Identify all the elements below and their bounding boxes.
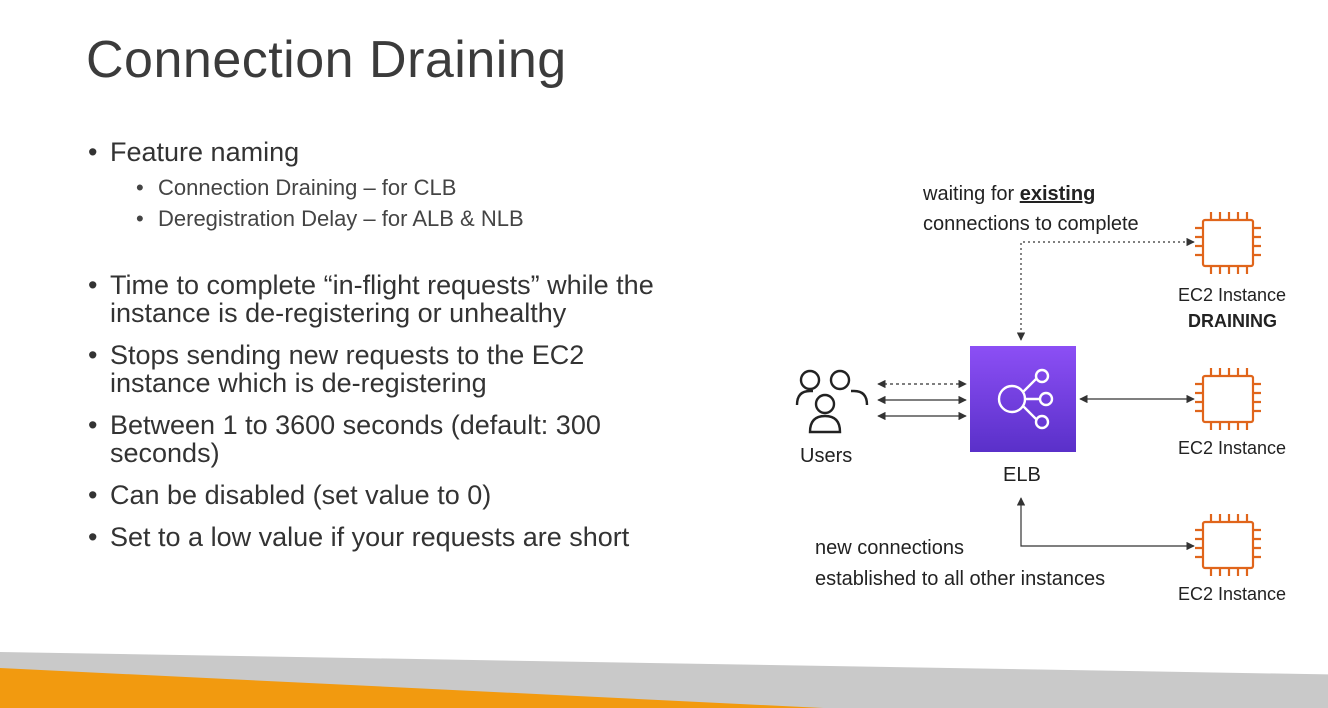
waiting-label: waiting for existing bbox=[923, 183, 1095, 206]
ec2-draining-label: EC2 Instance bbox=[1178, 285, 1287, 305]
new-connections-label: new connections bbox=[815, 537, 964, 559]
ec2-label: EC2 Instance bbox=[1178, 438, 1287, 458]
waiting-label-line2: connections to complete bbox=[923, 213, 1139, 235]
diagram-connectors bbox=[795, 212, 1261, 576]
draining-connection bbox=[1016, 237, 1195, 341]
load-balancer-icon bbox=[997, 368, 1054, 430]
elb-label: ELB bbox=[1003, 464, 1041, 486]
waiting-prefix: waiting for bbox=[923, 183, 1020, 205]
waiting-emphasis: existing bbox=[1019, 183, 1096, 205]
users-icon bbox=[795, 369, 869, 434]
ec2-draining-chip-icon bbox=[1195, 212, 1261, 274]
ec2-chip-icon bbox=[1195, 514, 1261, 576]
new-connections-label-line2: established to all other instances bbox=[815, 568, 1106, 590]
connection-draining-diagram: waiting for existing connections to comp… bbox=[0, 0, 1328, 708]
users-label: Users bbox=[800, 445, 853, 467]
ec2-label: EC2 Instance bbox=[1178, 584, 1287, 604]
draining-status-label: DRAINING bbox=[1188, 311, 1277, 331]
elb-icon bbox=[970, 346, 1076, 452]
new-connection bbox=[1016, 497, 1195, 551]
ec2-chip-icon bbox=[1195, 368, 1261, 430]
